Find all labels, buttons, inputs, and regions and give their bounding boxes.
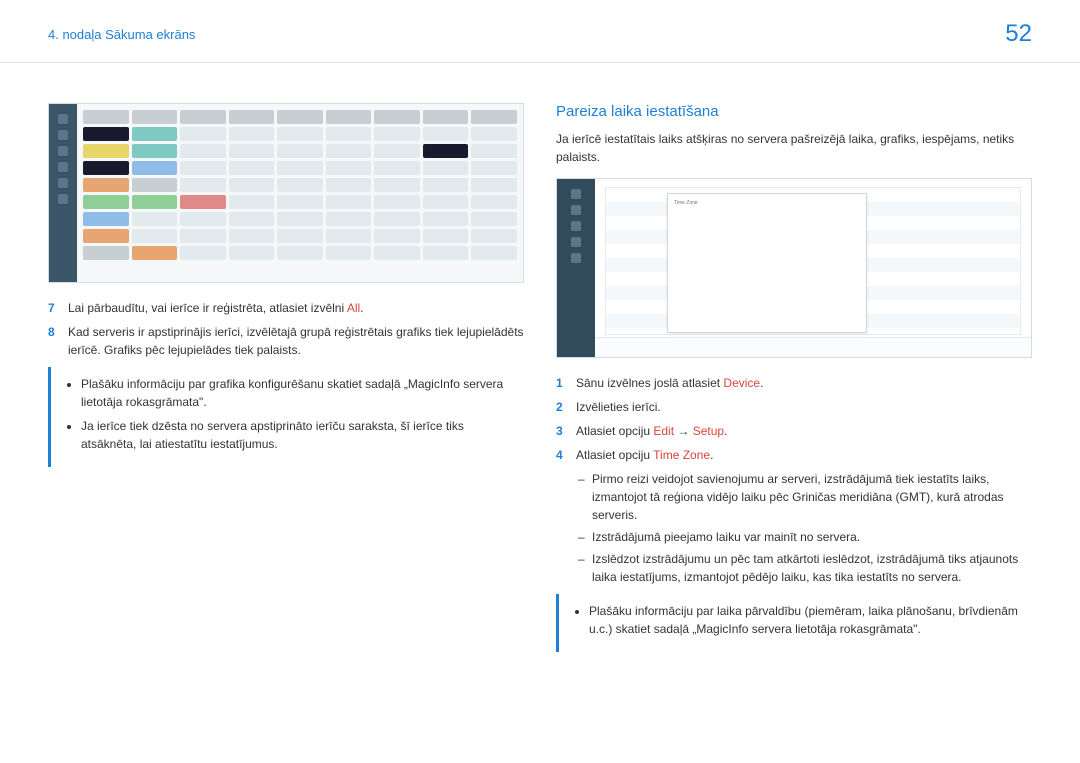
text-segment: Lai pārbaudītu, vai ierīce ir reģistrēta…	[68, 301, 347, 315]
step-2: 2 Izvēlieties ierīci.	[556, 398, 1032, 416]
left-column: 7 Lai pārbaudītu, vai ierīce ir reģistrē…	[48, 103, 524, 660]
dialog-body: Time Zone	[595, 179, 1031, 357]
section-intro: Ja ierīcē iestatītais laiks atšķiras no …	[556, 130, 1032, 166]
text-segment: .	[360, 301, 363, 315]
step-number: 4	[556, 446, 568, 464]
nav-icon	[571, 205, 581, 215]
sub-note: Izstrādājumā pieejamo laiku var mainīt n…	[578, 528, 1032, 546]
step-7: 7 Lai pārbaudītu, vai ierīce ir reģistrē…	[48, 299, 524, 317]
highlight-setup: Setup	[693, 424, 724, 438]
step-number: 2	[556, 398, 568, 416]
step-8: 8 Kad serveris ir apstiprinājis ierīci, …	[48, 323, 524, 359]
highlight-device: Device	[723, 376, 760, 390]
chapter-label: 4. nodaļa Sākuma ekrāns	[48, 27, 195, 42]
step-text: Kad serveris ir apstiprinājis ierīci, iz…	[68, 323, 524, 359]
nav-icon	[571, 189, 581, 199]
step-3: 3 Atlasiet opciju Edit → Setup.	[556, 422, 1032, 440]
step-number: 8	[48, 323, 60, 359]
highlight-edit: Edit	[653, 424, 674, 438]
step-number: 1	[556, 374, 568, 392]
screenshot-grid	[77, 104, 523, 282]
nav-icon	[58, 130, 68, 140]
step-text: Lai pārbaudītu, vai ierīce ir reģistrēta…	[68, 299, 364, 317]
nav-icon	[571, 221, 581, 231]
section-heading-time: Pareiza laika iestatīšana	[556, 103, 1032, 120]
text-segment: .	[710, 448, 713, 462]
step-text: Sānu izvēlnes joslā atlasiet Device.	[576, 374, 763, 392]
step-text: Atlasiet opciju Edit → Setup.	[576, 422, 727, 440]
left-steps: 7 Lai pārbaudītu, vai ierīce ir reģistrē…	[48, 299, 524, 359]
nav-icon	[58, 178, 68, 188]
callout-item: Plašāku informāciju par laika pārvaldību…	[589, 602, 1022, 638]
nav-icon	[58, 114, 68, 124]
text-segment: Atlasiet opciju	[576, 424, 653, 438]
text-segment: .	[724, 424, 727, 438]
text-segment: Sānu izvēlnes joslā atlasiet	[576, 376, 723, 390]
sub-notes: Pirmo reizi veidojot savienojumu ar serv…	[556, 470, 1032, 586]
info-callout-right: Plašāku informāciju par laika pārvaldību…	[556, 594, 1032, 652]
step-text: Izvēlieties ierīci.	[576, 398, 661, 416]
nav-icon	[571, 237, 581, 247]
sub-note: Izslēdzot izstrādājumu un pēc tam atkārt…	[578, 550, 1032, 586]
dialog-footer	[595, 337, 1031, 357]
right-steps: 1 Sānu izvēlnes joslā atlasiet Device. 2…	[556, 374, 1032, 464]
nav-icon	[58, 162, 68, 172]
screenshot-device-grid	[48, 103, 524, 283]
screenshot-nav-sidebar	[49, 104, 77, 282]
text-segment: Atlasiet opciju	[576, 448, 653, 462]
page-header: 4. nodaļa Sākuma ekrāns 52	[0, 0, 1080, 63]
callout-item: Plašāku informāciju par grafika konfigur…	[81, 375, 514, 411]
content-body: 7 Lai pārbaudītu, vai ierīce ir reģistrē…	[0, 63, 1080, 700]
sub-note: Pirmo reizi veidojot savienojumu ar serv…	[578, 470, 1032, 524]
dialog-nav-sidebar	[557, 179, 595, 357]
nav-icon	[571, 253, 581, 263]
text-segment: .	[760, 376, 763, 390]
dialog-modal: Time Zone	[667, 193, 867, 333]
highlight-timezone: Time Zone	[653, 448, 710, 462]
step-number: 7	[48, 299, 60, 317]
step-4: 4 Atlasiet opciju Time Zone.	[556, 446, 1032, 464]
arrow-icon: →	[674, 424, 693, 438]
step-number: 3	[556, 422, 568, 440]
callout-item: Ja ierīce tiek dzēsta no servera apstipr…	[81, 417, 514, 453]
nav-icon	[58, 194, 68, 204]
nav-icon	[58, 146, 68, 156]
highlight-all: All	[347, 301, 360, 315]
right-column: Pareiza laika iestatīšana Ja ierīcē iest…	[556, 103, 1032, 660]
step-1: 1 Sānu izvēlnes joslā atlasiet Device.	[556, 374, 1032, 392]
step-text: Atlasiet opciju Time Zone.	[576, 446, 713, 464]
info-callout-left: Plašāku informāciju par grafika konfigur…	[48, 367, 524, 467]
page-number: 52	[1005, 20, 1032, 48]
screenshot-time-dialog: Time Zone	[556, 178, 1032, 358]
